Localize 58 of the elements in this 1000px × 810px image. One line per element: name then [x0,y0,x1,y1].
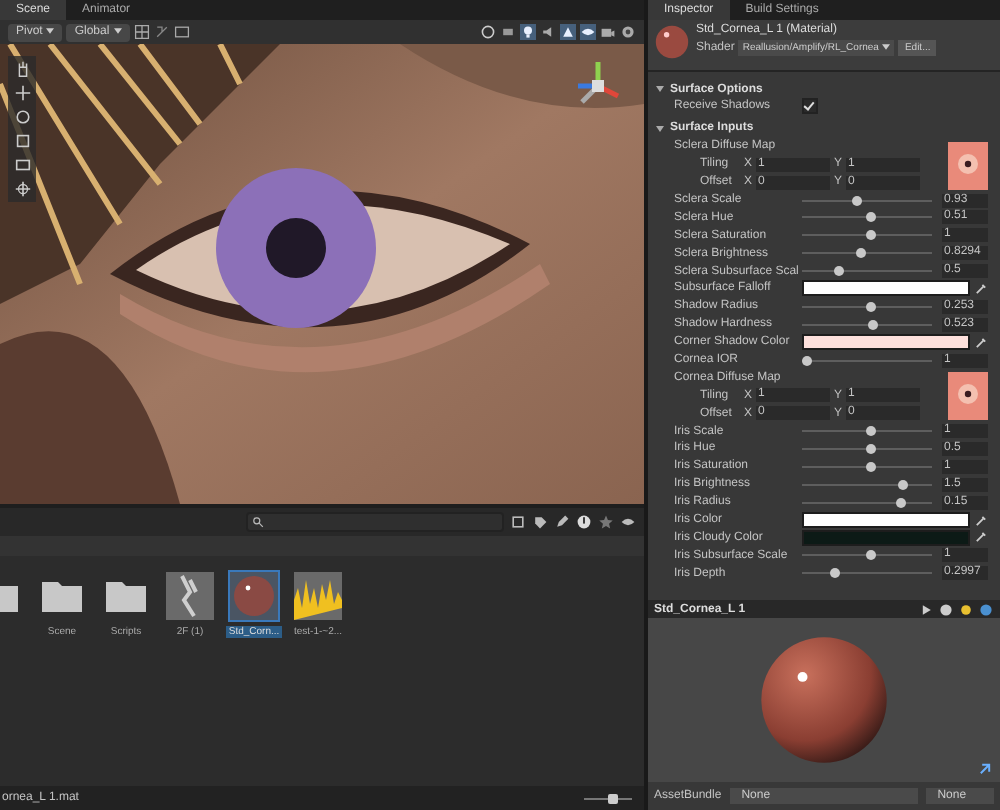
effects-icon[interactable] [560,24,576,40]
slider-thumb[interactable] [895,497,906,508]
color-field[interactable] [802,334,970,351]
camera-icon[interactable] [600,24,616,40]
slider-thumb[interactable] [865,426,876,437]
slider-thumb[interactable] [865,461,876,472]
material-sphere-icon [654,24,690,60]
slider-thumb[interactable] [834,266,845,277]
scale-icon[interactable] [13,132,31,150]
slider-thumb[interactable] [852,195,863,205]
light-icon[interactable] [958,601,974,617]
light-icon[interactable] [520,24,536,40]
rotate-icon[interactable] [13,108,31,126]
checkbox[interactable] [802,98,818,115]
audio-icon[interactable] [540,24,556,40]
transform-icon[interactable] [13,180,31,198]
color-field[interactable] [802,280,970,297]
shading-icon[interactable] [480,24,496,40]
color-field[interactable] [802,512,970,529]
move-icon[interactable] [13,84,31,102]
caret-icon [46,27,55,34]
pencil-icon[interactable] [554,514,570,530]
slider-thumb[interactable] [865,443,876,454]
slider-thumb[interactable] [830,568,841,579]
eyedropper-icon[interactable] [974,530,988,545]
search-field[interactable] [246,512,504,532]
gizmos-icon[interactable] [620,24,636,40]
search-by-type-icon[interactable] [510,514,526,530]
waveform-icon[interactable] [294,572,342,620]
asset-bundle-icon [978,762,992,776]
zoom-slider[interactable] [608,793,619,803]
info-icon[interactable] [576,514,592,530]
grid-icon[interactable] [133,24,150,40]
preview-sphere-drawing [758,634,890,766]
foldout-arrow-icon[interactable] [656,86,664,92]
label-icon[interactable] [532,514,548,530]
eyedropper-icon[interactable] [974,513,988,528]
slider-thumb[interactable] [898,479,909,490]
caret-icon [882,44,891,51]
increment-icon[interactable] [173,24,190,40]
search-icon [252,516,264,528]
slider-thumb[interactable] [801,355,812,366]
star-icon[interactable] [598,514,614,530]
foldout-arrow-icon[interactable] [656,125,664,132]
eyedropper-icon[interactable] [974,335,988,350]
caret-icon [113,27,122,34]
slider-thumb[interactable] [856,248,867,259]
eyedropper-icon[interactable] [974,281,988,296]
slider-thumb[interactable] [865,230,876,241]
slider-thumb[interactable] [865,550,876,561]
color-field[interactable] [802,529,970,546]
slider-thumb[interactable] [865,212,876,223]
sphere-shape-icon[interactable] [938,601,954,617]
rect-tool-icon[interactable] [13,156,31,174]
hand-icon[interactable] [13,60,31,78]
slider-thumb[interactable] [865,301,876,312]
eye-icon[interactable] [620,514,636,530]
slider-thumb[interactable] [868,319,879,330]
